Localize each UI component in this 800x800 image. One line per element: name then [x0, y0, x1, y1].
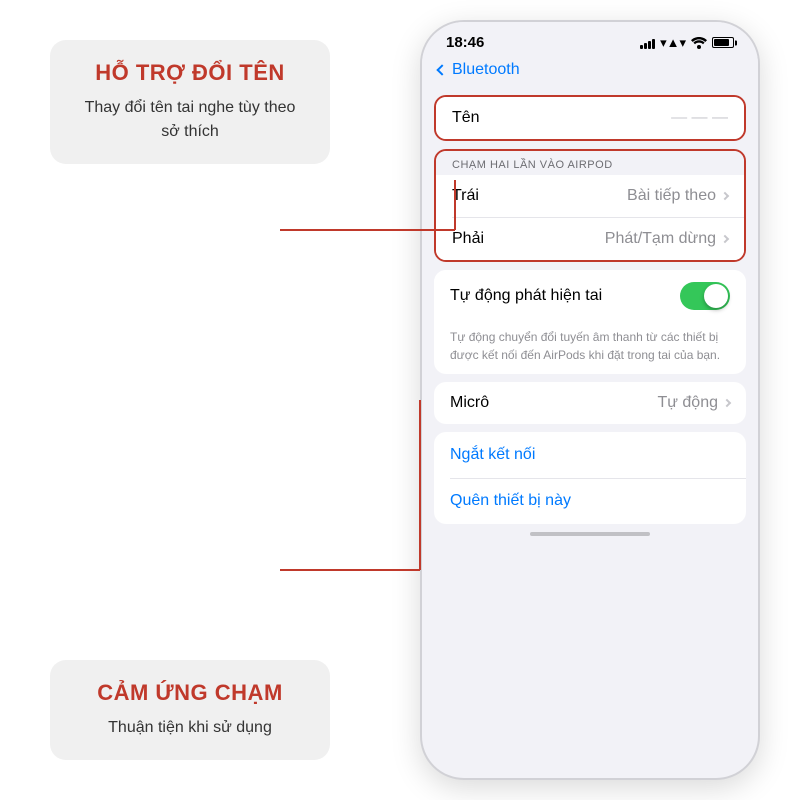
status-icons: ▾▲▾ — [640, 35, 734, 51]
name-section: Tên — — — — [434, 95, 746, 141]
micro-chevron-icon — [723, 398, 731, 406]
annotation-title-rename: HỖ TRỢ ĐỔI TÊN — [74, 60, 306, 86]
back-button[interactable]: Bluetooth — [438, 61, 520, 79]
back-label: Bluetooth — [452, 61, 520, 79]
auto-detect-toggle[interactable] — [680, 282, 730, 310]
home-indicator — [530, 532, 650, 536]
actions-section: Ngắt kết nối Quên thiết bị này — [434, 432, 746, 525]
annotation-desc-rename: Thay đổi tên tai nghe tùy theo sở thích — [74, 96, 306, 144]
forget-row[interactable]: Quên thiết bị này — [434, 478, 746, 524]
left-chevron-icon — [721, 192, 729, 200]
micro-section: Micrô Tự động — [434, 382, 746, 424]
status-time: 18:46 — [446, 34, 484, 51]
annotation-desc-touch: Thuận tiện khi sử dụng — [74, 716, 306, 740]
right-value: Phát/Tạm dừng — [605, 230, 716, 248]
left-panel: HỖ TRỢ ĐỔI TÊN Thay đổi tên tai nghe tùy… — [0, 0, 380, 800]
disconnect-row[interactable]: Ngắt kết nối — [434, 432, 746, 478]
wifi-icon: ▾▲▾ — [660, 35, 686, 51]
disconnect-label: Ngắt kết nối — [450, 446, 535, 463]
auto-detect-row[interactable]: Tự động phát hiện tai — [434, 270, 746, 322]
toggle-thumb — [704, 284, 728, 308]
right-label: Phải — [452, 230, 484, 248]
toggle-track — [680, 282, 730, 310]
auto-detect-section: Tự động phát hiện tai Tự động chuyển đổi… — [434, 270, 746, 374]
auto-detect-label: Tự động phát hiện tai — [450, 287, 602, 305]
status-bar: 18:46 ▾▲▾ — [422, 22, 758, 57]
left-label: Trái — [452, 187, 479, 205]
nav-bar: Bluetooth — [422, 57, 758, 87]
micro-value: Tự động — [657, 394, 718, 412]
right-chevron-icon — [721, 234, 729, 242]
signal-icon — [640, 37, 655, 49]
chevron-left-icon — [436, 64, 447, 75]
iphone-frame: 18:46 ▾▲▾ — [420, 20, 760, 780]
micro-label: Micrô — [450, 394, 489, 412]
annotation-title-touch: CẢM ỨNG CHẠM — [74, 680, 306, 706]
right-panel: 18:46 ▾▲▾ — [380, 0, 800, 800]
name-row[interactable]: Tên — — — — [436, 97, 744, 139]
annotation-box-touch: CẢM ỨNG CHẠM Thuận tiện khi sử dụng — [50, 660, 330, 760]
touch-section: CHẠM HAI LẦN VÀO AIRPOD Trái Bài tiếp th… — [434, 149, 746, 262]
left-touch-row[interactable]: Trái Bài tiếp theo — [436, 175, 744, 217]
left-value: Bài tiếp theo — [627, 187, 716, 205]
touch-header: CHẠM HAI LẦN VÀO AIRPOD — [436, 151, 744, 175]
settings-content: Tên — — — CHẠM HAI LẦN VÀO AIRPOD Trái B… — [422, 87, 758, 560]
wifi-icon-svg — [691, 37, 707, 49]
battery-icon — [712, 37, 734, 48]
name-value: — — — — [671, 109, 728, 127]
annotation-box-rename: HỖ TRỢ ĐỔI TÊN Thay đổi tên tai nghe tùy… — [50, 40, 330, 164]
auto-detect-description: Tự động chuyển đổi tuyến âm thanh từ các… — [434, 322, 746, 374]
right-touch-row[interactable]: Phải Phát/Tạm dừng — [436, 218, 744, 260]
micro-row[interactable]: Micrô Tự động — [434, 382, 746, 424]
forget-label: Quên thiết bị này — [450, 492, 571, 509]
name-label: Tên — [452, 109, 480, 127]
